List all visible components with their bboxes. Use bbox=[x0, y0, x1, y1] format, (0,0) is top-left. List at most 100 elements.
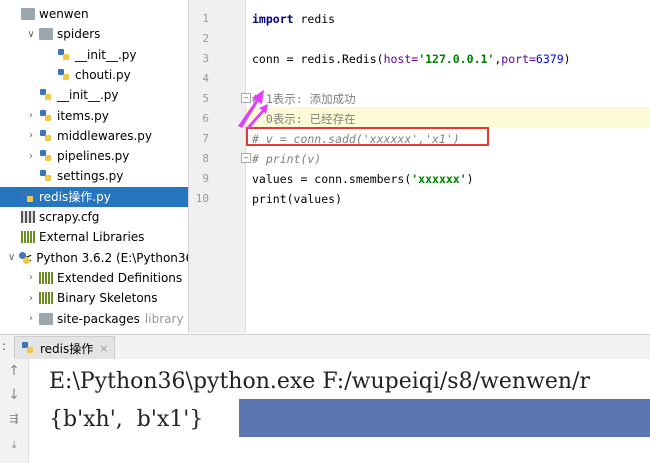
chevron-right-icon[interactable]: › bbox=[26, 293, 36, 304]
code-text: conn = redis.Redis( bbox=[252, 52, 384, 66]
library-icon bbox=[39, 271, 53, 284]
editor-gutter: 1 2 3 4 5 6 7 8 9 10 − − bbox=[189, 0, 251, 333]
folder-icon bbox=[39, 312, 53, 325]
tree-item[interactable]: redis操作.py bbox=[0, 186, 188, 207]
tree-item[interactable]: chouti.py bbox=[0, 65, 188, 85]
arrow-down-icon[interactable]: ↓ bbox=[5, 387, 23, 403]
tree-item[interactable]: __init__.py bbox=[0, 85, 188, 105]
console-output[interactable]: E:\Python36\python.exe F:/wupeiqi/s8/wen… bbox=[29, 359, 650, 463]
code-line-8: # print(v) bbox=[252, 152, 322, 166]
line-number: 5 bbox=[202, 92, 209, 105]
python-file-icon bbox=[21, 190, 35, 203]
run-toolbar: ↑ ↓ ⇶ ⤓ bbox=[0, 359, 29, 463]
line-number: 7 bbox=[202, 132, 209, 145]
annotation-arrow-icon bbox=[238, 90, 268, 129]
chevron-right-icon[interactable]: › bbox=[26, 130, 36, 141]
line-number: 9 bbox=[202, 172, 209, 185]
code-editor[interactable]: import redis conn = redis.Redis(host='12… bbox=[252, 0, 650, 333]
run-tab-label: redis操作 bbox=[40, 341, 94, 356]
tree-item-label: items.py bbox=[57, 108, 109, 123]
arrow-up-icon[interactable]: ↑ bbox=[5, 363, 23, 379]
console-selection bbox=[239, 399, 650, 437]
tree-item-label: __init__.py bbox=[57, 88, 119, 103]
param-name: host= bbox=[383, 52, 419, 66]
keyword: import bbox=[252, 12, 294, 26]
chevron-right-icon[interactable]: › bbox=[26, 110, 36, 121]
line-number: 2 bbox=[202, 32, 209, 45]
scroll-to-end-icon[interactable]: ⤓ bbox=[5, 437, 23, 453]
line-number: 3 bbox=[202, 52, 209, 65]
tree-item[interactable]: › pipelines.py bbox=[0, 146, 188, 166]
chevron-down-icon[interactable]: ∨ bbox=[8, 252, 15, 263]
line-number: 10 bbox=[195, 192, 209, 205]
tree-item-label: wenwen bbox=[39, 7, 89, 21]
folder-icon bbox=[21, 8, 35, 20]
tree-item-suffix: library roo bbox=[144, 311, 188, 326]
code-text: values = conn.smembers( bbox=[252, 172, 412, 186]
run-panel-header: : redis操作 × bbox=[0, 334, 650, 360]
python-file-icon bbox=[21, 342, 35, 354]
tree-item-label: scrapy.cfg bbox=[39, 210, 100, 224]
python-file-icon bbox=[39, 89, 53, 101]
console-line: E:\Python36\python.exe F:/wupeiqi/s8/wen… bbox=[49, 369, 590, 394]
tree-item-label: __init__.py bbox=[75, 47, 137, 62]
code-text: redis bbox=[293, 12, 336, 26]
run-label: : bbox=[2, 339, 7, 353]
python-file-icon bbox=[39, 109, 53, 122]
tree-item[interactable]: › items.py bbox=[0, 106, 188, 126]
library-icon bbox=[21, 231, 35, 244]
close-icon[interactable]: × bbox=[99, 342, 108, 355]
tree-item-label: pipelines.py bbox=[57, 149, 130, 164]
tree-item[interactable]: › middlewares.py bbox=[0, 126, 188, 146]
library-icon bbox=[39, 292, 53, 305]
folder-icon bbox=[39, 28, 53, 41]
line-number: 4 bbox=[202, 72, 209, 85]
tree-item-label: spiders bbox=[57, 27, 101, 42]
param-name: port= bbox=[501, 52, 536, 66]
tree-item-label: site-packages bbox=[57, 311, 140, 326]
python-file-icon bbox=[57, 48, 71, 61]
code-text: ) bbox=[563, 52, 571, 66]
project-tree: wenwen ∨ spiders __init__.py chouti.py __init… bbox=[0, 0, 189, 333]
annotation-highlight-box bbox=[246, 127, 489, 146]
tree-item[interactable]: › site-packages library roo bbox=[0, 309, 188, 329]
code-line-3: conn = redis.Redis(host='127.0.0.1',port… bbox=[252, 49, 571, 69]
python-file-icon bbox=[39, 129, 53, 142]
run-tab[interactable]: redis操作 × bbox=[14, 336, 116, 359]
string-literal: '127.0.0.1' bbox=[418, 52, 495, 66]
tree-item[interactable]: scrapy.cfg bbox=[0, 207, 188, 227]
line-number: 6 bbox=[202, 112, 209, 125]
line-number: 1 bbox=[202, 12, 209, 25]
tree-item-label: Extended Definitions bbox=[57, 270, 183, 285]
tree-item-label: settings.py bbox=[57, 169, 124, 184]
tree-item[interactable]: wenwen bbox=[0, 4, 188, 24]
python-file-icon bbox=[57, 68, 71, 81]
tree-item[interactable]: ∨ spiders bbox=[0, 24, 188, 44]
tree-item-label: chouti.py bbox=[75, 67, 131, 82]
tree-item-label: middlewares.py bbox=[57, 128, 152, 143]
code-text: ) bbox=[466, 172, 474, 186]
tree-item-label: Binary Skeletons bbox=[57, 291, 158, 306]
string-literal: 'xxxxxx' bbox=[411, 172, 467, 186]
tree-item-label: < Python 3.6.2 (E:\Python36\ bbox=[22, 250, 189, 265]
chevron-right-icon[interactable]: › bbox=[26, 313, 36, 324]
config-file-icon bbox=[21, 211, 35, 223]
tree-item[interactable]: settings.py bbox=[0, 166, 188, 186]
code-line-9: values = conn.smembers('xxxxxx') bbox=[252, 169, 474, 189]
fold-toggle-icon[interactable]: − bbox=[241, 153, 251, 163]
number-literal: 6379 bbox=[535, 52, 564, 66]
code-line-1: import redis bbox=[252, 9, 335, 29]
console-line: {b'xh', b'x1'} bbox=[49, 407, 204, 432]
chevron-down-icon[interactable]: ∨ bbox=[26, 29, 36, 40]
chevron-right-icon[interactable]: › bbox=[26, 272, 36, 283]
tree-item-label: External Libraries bbox=[39, 230, 145, 245]
tree-item[interactable]: __init__.py bbox=[0, 45, 188, 65]
tree-item[interactable]: External Libraries bbox=[0, 227, 188, 247]
soft-wrap-icon[interactable]: ⇶ bbox=[5, 411, 23, 427]
code-line-10: print(values) bbox=[252, 192, 343, 206]
tree-item[interactable]: ∨ < Python 3.6.2 (E:\Python36\ bbox=[0, 248, 189, 268]
chevron-right-icon[interactable]: › bbox=[26, 151, 36, 162]
tree-item[interactable]: › Extended Definitions bbox=[0, 268, 188, 288]
python-file-icon bbox=[39, 170, 53, 182]
tree-item[interactable]: › Binary Skeletons bbox=[0, 288, 188, 308]
